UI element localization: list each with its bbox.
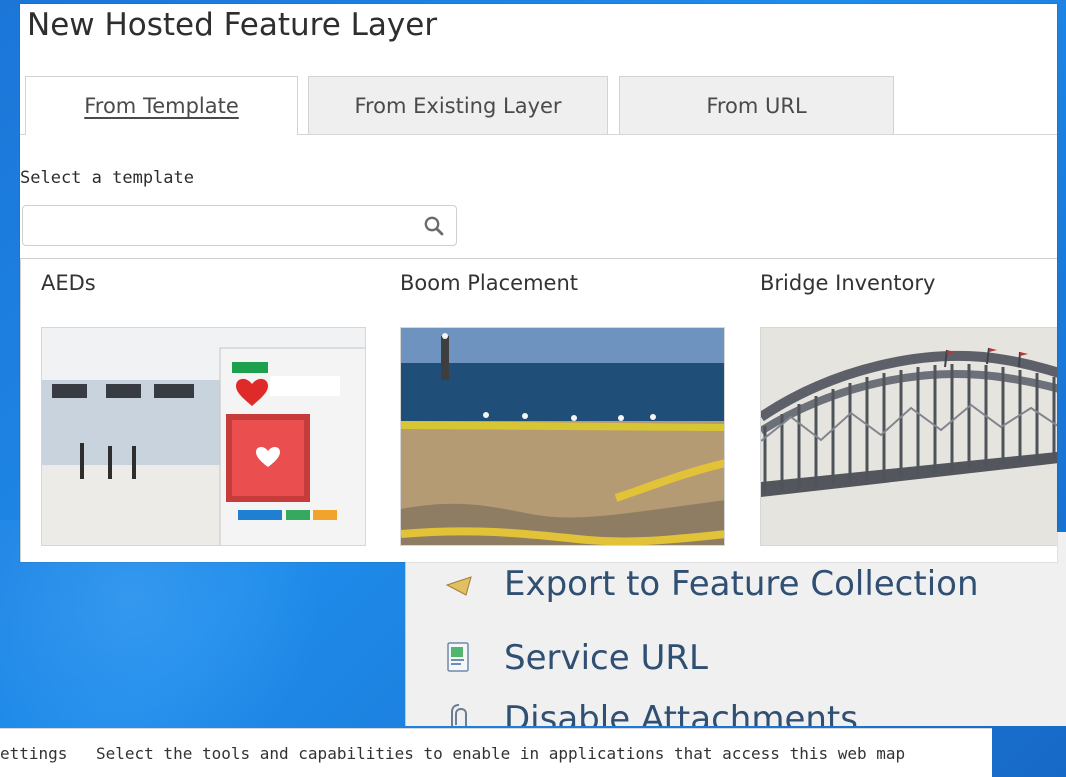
tab-label: From Existing Layer	[354, 93, 562, 118]
context-menu-item-label: Disable Attachments	[504, 699, 858, 726]
paperclip-icon	[444, 701, 474, 726]
export-icon	[444, 566, 474, 602]
dialog-title: New Hosted Feature Layer	[27, 7, 438, 43]
context-menu-item-label: Export to Feature Collection	[504, 564, 979, 604]
service-url-icon	[444, 640, 474, 676]
tab-strip: From Template From Existing Layer From U…	[20, 76, 1057, 135]
template-title: AEDs	[41, 271, 96, 295]
context-menu-item-service-url[interactable]: Service URL	[406, 630, 1066, 686]
context-menu-item-label: Service URL	[504, 638, 708, 678]
template-search-input[interactable]	[29, 212, 413, 241]
settings-bar: ettings Select the tools and capabilitie…	[0, 728, 992, 777]
tab-label: From URL	[706, 93, 807, 118]
select-template-label: Select a template	[20, 168, 194, 188]
settings-bar-title: ettings	[0, 743, 68, 763]
template-title: Boom Placement	[400, 271, 578, 295]
boom-photo[interactable]	[400, 327, 725, 546]
tab-from-url[interactable]: From URL	[619, 76, 894, 134]
search-icon[interactable]	[420, 212, 448, 240]
template-card-aeds[interactable]: AEDs	[41, 259, 371, 562]
template-card-boom-placement[interactable]: Boom Placement	[400, 259, 730, 562]
tab-from-template[interactable]: From Template	[25, 76, 298, 135]
tab-from-existing-layer[interactable]: From Existing Layer	[308, 76, 608, 134]
new-hosted-feature-layer-dialog: New Hosted Feature Layer From Template F…	[20, 4, 1057, 562]
template-card-bridge-inventory[interactable]: Bridge Inventory	[760, 259, 1057, 562]
context-menu-item-export-feature-collection[interactable]: Export to Feature Collection	[406, 556, 1066, 612]
tab-label: From Template	[84, 94, 239, 118]
context-menu-item-disable-attachments[interactable]: Disable Attachments	[406, 691, 1066, 726]
template-title: Bridge Inventory	[760, 271, 936, 295]
settings-bar-description: Select the tools and capabilities to ena…	[96, 743, 906, 763]
template-gallery: AEDs Boom Placement Bridge Inventory	[20, 258, 1057, 562]
aed-photo[interactable]	[41, 327, 366, 546]
bridge-photo[interactable]	[760, 327, 1057, 546]
template-search-box[interactable]	[22, 205, 457, 246]
